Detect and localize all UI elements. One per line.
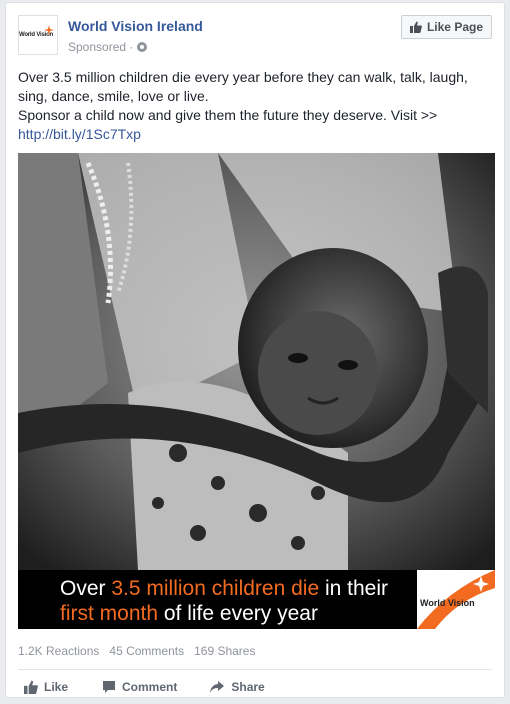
banner-text-part: Over [60, 577, 112, 600]
world-vision-star-icon [44, 25, 54, 35]
like-label: Like [44, 680, 69, 694]
page-name-link[interactable]: World Vision Ireland [68, 18, 203, 34]
comment-button[interactable]: Comment [102, 677, 177, 697]
post-actions: Like Comment Share [18, 677, 492, 697]
post-meta: Sponsored · [68, 40, 148, 54]
sponsored-label[interactable]: Sponsored · [68, 40, 133, 54]
banner-highlight: 3.5 million children die [111, 577, 320, 600]
globe-icon [137, 42, 148, 52]
like-page-label: Like Page [426, 20, 483, 34]
post-text-line: Sponsor a child now and give them the fu… [18, 107, 438, 123]
banner-text-part: in their [319, 577, 388, 600]
page-avatar[interactable]: World Vision [18, 15, 58, 55]
engagement-stats: 1.2K Reactions 45 Comments 169 Shares [18, 644, 255, 658]
reactions-count[interactable]: 1.2K Reactions [18, 644, 99, 658]
shares-count[interactable]: 169 Shares [194, 644, 255, 658]
child-photo [18, 153, 495, 570]
like-button[interactable]: Like [24, 677, 68, 697]
world-vision-logo: World Vision [417, 570, 495, 629]
comment-label: Comment [122, 680, 178, 694]
share-label: Share [231, 680, 265, 694]
post-body-text: Over 3.5 million children die every year… [18, 68, 488, 144]
divider [18, 669, 492, 670]
thumbs-up-icon [24, 680, 38, 694]
banner-highlight: first month [60, 602, 159, 625]
comments-count[interactable]: 45 Comments [109, 644, 184, 658]
banner-text-part: of life every year [158, 602, 318, 625]
post-text-line: Over 3.5 million children die every year… [18, 69, 468, 85]
like-page-button[interactable]: Like Page [400, 15, 492, 39]
share-button[interactable]: Share [209, 677, 265, 697]
thumbs-up-icon [409, 21, 422, 33]
share-arrow-icon [210, 681, 225, 693]
post-header: World Vision World Vision Ireland Sponso… [18, 15, 492, 59]
banner-text: Over 3.5 million children die in their f… [60, 576, 388, 626]
ad-image[interactable]: Over 3.5 million children die in their f… [18, 153, 495, 629]
post-text-line: sing, dance, smile, love or live. [18, 88, 209, 104]
ad-post-card: World Vision World Vision Ireland Sponso… [5, 2, 505, 698]
logo-label: World Vision [420, 598, 475, 608]
comment-icon [103, 681, 116, 693]
post-link[interactable]: http://bit.ly/1Sc7Txp [18, 125, 488, 144]
image-caption-banner: Over 3.5 million children die in their f… [18, 570, 495, 629]
